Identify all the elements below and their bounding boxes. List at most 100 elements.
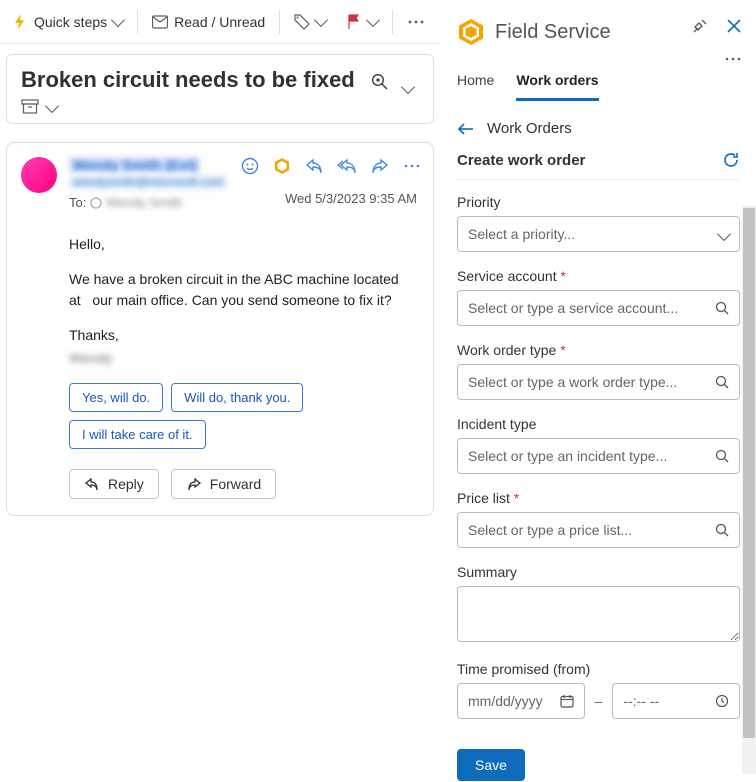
panel-body: Work Orders Create work order Priority S…	[441, 102, 756, 782]
time-promised-date-input[interactable]: mm/dd/yyyy	[457, 683, 585, 719]
to-label: To:	[69, 195, 86, 210]
priority-label: Priority	[457, 194, 740, 210]
presence-indicator	[90, 197, 102, 209]
email-subject: Broken circuit needs to be fixed	[21, 67, 419, 93]
summary-label: Summary	[457, 564, 740, 580]
incident-type-placeholder: Select or type an incident type...	[468, 448, 667, 464]
search-icon	[715, 375, 729, 389]
scrollbar-thumb[interactable]	[743, 208, 755, 738]
date-placeholder: mm/dd/yyyy	[468, 693, 543, 709]
forward-icon[interactable]	[371, 158, 389, 174]
panel-more-button[interactable]	[724, 56, 742, 62]
more-icon[interactable]	[403, 159, 421, 173]
body-signature: Wendy	[69, 348, 419, 369]
subject-expand-button[interactable]	[403, 79, 413, 95]
body-greeting: Hello,	[69, 234, 419, 255]
panel-title: Field Service	[495, 21, 611, 44]
suggested-reply-1[interactable]: Yes, will do.	[69, 383, 163, 412]
flag-button[interactable]	[338, 10, 386, 34]
body-main: We have a broken circuit in the ABC mach…	[69, 269, 419, 311]
quick-steps-label: Quick steps	[34, 14, 107, 30]
priority-placeholder: Select a priority...	[468, 226, 575, 242]
reply-label: Reply	[108, 476, 144, 492]
work-order-form: Priority Select a priority... Service ac…	[457, 179, 740, 781]
pin-icon[interactable]	[692, 18, 708, 34]
incident-type-input[interactable]: Select or type an incident type...	[457, 438, 740, 474]
chevron-down-icon	[314, 13, 328, 27]
service-account-placeholder: Select or type a service account...	[468, 300, 678, 316]
reply-icon[interactable]	[305, 158, 323, 174]
panel-header: Field Service	[441, 0, 756, 52]
work-order-type-placeholder: Select or type a work order type...	[468, 374, 677, 390]
tag-icon	[294, 14, 310, 30]
back-icon[interactable]	[457, 122, 475, 136]
avatar	[21, 157, 57, 193]
email-card: Wendy Smith (Ext) wendysmith@microsoft.c…	[6, 142, 434, 516]
priority-select[interactable]: Select a priority...	[457, 216, 740, 252]
email-date: Wed 5/3/2023 9:35 AM	[285, 191, 417, 206]
clock-icon	[715, 694, 729, 708]
refresh-icon[interactable]	[722, 151, 740, 169]
work-order-type-label: Work order type	[457, 342, 740, 358]
body-closing: Thanks,	[69, 325, 419, 346]
chevron-down-icon	[111, 13, 125, 27]
search-icon	[715, 523, 729, 537]
archive-icon[interactable]	[21, 99, 39, 115]
read-unread-button[interactable]: Read / Unread	[144, 10, 273, 34]
fs-logo-icon	[457, 18, 485, 46]
envelope-icon	[152, 15, 168, 29]
calendar-icon	[560, 694, 574, 708]
time-promised-time-input[interactable]: --:-- --	[612, 683, 740, 719]
incident-type-label: Incident type	[457, 416, 740, 432]
reply-all-icon[interactable]	[337, 158, 357, 174]
time-range-separator: –	[595, 693, 603, 709]
tab-home[interactable]: Home	[457, 72, 494, 101]
breadcrumb-text: Work Orders	[487, 120, 572, 137]
smiley-icon[interactable]	[241, 157, 259, 175]
toolbar-separator	[392, 10, 393, 34]
toolbar-separator	[279, 10, 280, 34]
subject-header: Broken circuit needs to be fixed	[6, 54, 434, 124]
chevron-down-icon	[717, 227, 731, 241]
scrollbar-track[interactable]	[742, 206, 756, 774]
forward-icon	[186, 477, 202, 491]
from-email: wendysmith@microsoft.com	[69, 175, 227, 189]
suggested-reply-2[interactable]: Will do, thank you.	[171, 383, 303, 412]
quick-steps-button[interactable]: Quick steps	[4, 10, 131, 34]
zoom-icon	[371, 73, 389, 91]
to-name: Wendy Smith	[106, 195, 183, 210]
chevron-down-icon	[366, 13, 380, 27]
suggested-reply-3[interactable]: I will take care of it.	[69, 420, 206, 449]
close-icon[interactable]	[726, 18, 742, 34]
forward-label: Forward	[210, 476, 261, 492]
email-body: Hello, We have a broken circuit in the A…	[69, 234, 419, 369]
toolbar: Quick steps Read / Unread	[0, 0, 440, 44]
search-icon	[715, 449, 729, 463]
read-unread-label: Read / Unread	[174, 14, 265, 30]
zoom-button[interactable]	[371, 73, 389, 91]
service-account-input[interactable]: Select or type a service account...	[457, 290, 740, 326]
chevron-down-icon	[401, 80, 415, 94]
flag-icon	[346, 14, 362, 30]
tag-button[interactable]	[286, 10, 334, 34]
price-list-input[interactable]: Select or type a price list...	[457, 512, 740, 548]
more-icon	[407, 15, 425, 29]
toolbar-more-button[interactable]	[399, 11, 433, 33]
tab-work-orders[interactable]: Work orders	[516, 72, 598, 101]
fs-badge-icon[interactable]	[273, 157, 291, 175]
search-icon	[715, 301, 729, 315]
service-account-label: Service account	[457, 268, 740, 284]
more-icon	[724, 56, 742, 62]
time-promised-label: Time promised (from)	[457, 661, 740, 677]
chevron-down-icon[interactable]	[45, 98, 59, 112]
reply-icon	[84, 477, 100, 491]
price-list-label: Price list	[457, 490, 740, 506]
toolbar-separator	[137, 10, 138, 34]
time-placeholder: --:-- --	[623, 693, 659, 709]
save-button[interactable]: Save	[457, 749, 525, 781]
forward-button[interactable]: Forward	[171, 469, 276, 499]
reply-button[interactable]: Reply	[69, 469, 159, 499]
create-title: Create work order	[457, 152, 585, 169]
work-order-type-input[interactable]: Select or type a work order type...	[457, 364, 740, 400]
summary-textarea[interactable]	[457, 586, 740, 642]
